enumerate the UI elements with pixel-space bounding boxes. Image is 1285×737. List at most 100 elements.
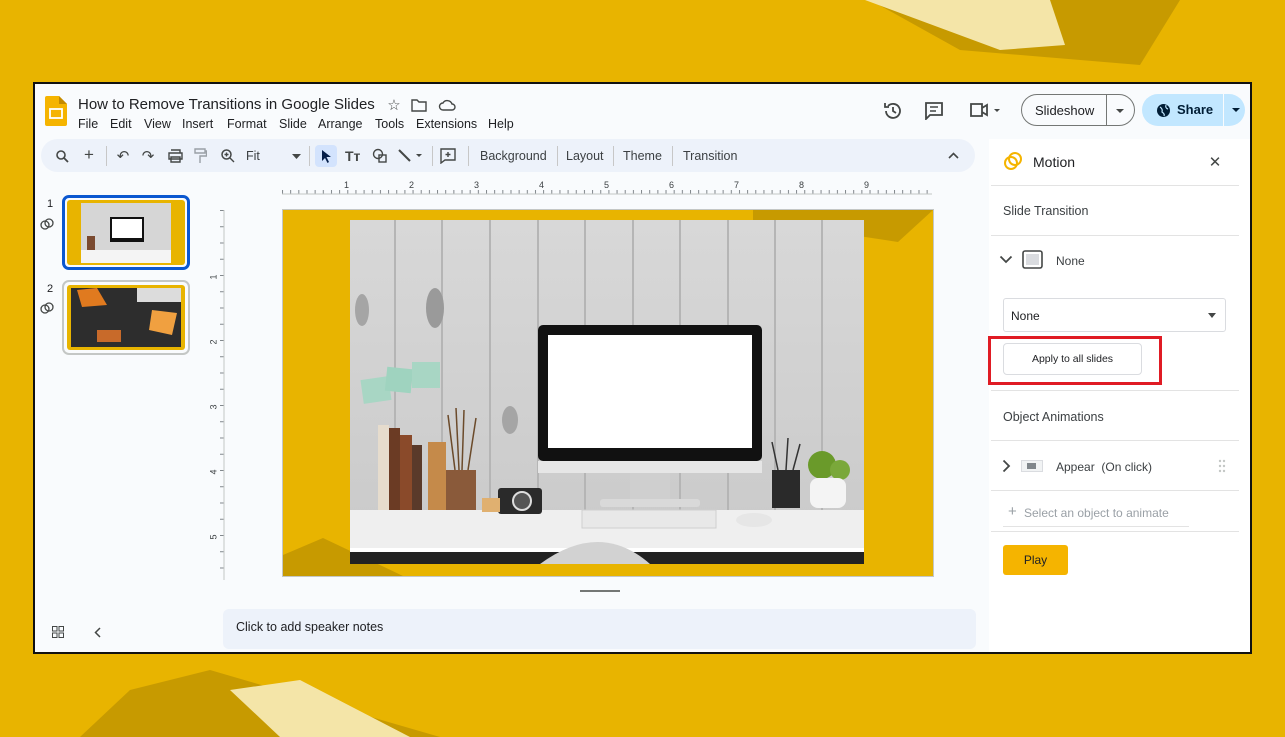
undo-icon[interactable]: ↶ [115, 147, 131, 165]
paint-format-icon[interactable] [194, 148, 207, 164]
slide-number: 1 [47, 198, 54, 210]
grid-view-icon[interactable] [52, 626, 64, 638]
cursor-arrow-icon [322, 150, 331, 163]
select-chevron-icon [1208, 313, 1216, 318]
horizontal-ruler: 1 2 3 4 5 6 7 8 9 [282, 180, 932, 196]
transition-button[interactable]: Transition [683, 149, 737, 163]
line-tool-icon[interactable] [397, 148, 425, 164]
v-ruler-label: 5 [208, 534, 219, 540]
share-options-chevron-icon[interactable] [1231, 107, 1241, 113]
toolbar-divider [557, 146, 558, 166]
background-button[interactable]: Background [480, 149, 547, 163]
new-slide-icon[interactable]: + [82, 145, 96, 164]
play-button[interactable]: Play [1003, 545, 1068, 575]
panel-divider [991, 490, 1239, 491]
comments-icon[interactable] [924, 101, 944, 120]
chevron-down-icon[interactable] [999, 255, 1013, 264]
chevron-right-icon[interactable] [1002, 459, 1011, 473]
h-ruler-label: 2 [409, 180, 415, 190]
animation-thumbnail-icon [1021, 460, 1043, 472]
transition-indicator-icon [40, 218, 54, 230]
menu-edit[interactable]: Edit [110, 117, 132, 131]
slide-thumbnail-2-preview [67, 285, 185, 350]
zoom-dropdown-chevron-icon[interactable] [292, 154, 301, 159]
slide-transition-heading: Slide Transition [1003, 204, 1089, 218]
shape-icon[interactable] [372, 148, 388, 164]
select-tool[interactable] [315, 145, 337, 167]
slideshow-button[interactable]: Slideshow [1035, 103, 1094, 118]
insert-comment-icon[interactable] [440, 148, 456, 164]
close-icon[interactable]: ✕ [1207, 154, 1223, 171]
text-box-icon[interactable]: Tт [345, 148, 360, 164]
panel-divider [991, 440, 1239, 441]
h-ruler-label: 6 [669, 180, 675, 190]
menu-insert[interactable]: Insert [182, 117, 213, 131]
panel-divider [991, 531, 1239, 532]
apply-to-all-slides-button[interactable]: Apply to all slides [1003, 343, 1142, 375]
menu-slide[interactable]: Slide [279, 117, 307, 131]
speaker-notes-area[interactable]: Click to add speaker notes [223, 609, 976, 649]
select-object-label: Select an object to animate [1024, 506, 1169, 520]
slides-logo-icon [45, 96, 67, 126]
menu-view[interactable]: View [144, 117, 171, 131]
menu-tools[interactable]: Tools [375, 117, 404, 131]
document-title[interactable]: How to Remove Transitions in Google Slid… [78, 96, 375, 113]
select-object-to-animate-button: + Select an object to animate [1003, 499, 1189, 527]
collapse-filmstrip-chevron-icon[interactable] [94, 627, 101, 638]
share-button-group: Share [1142, 94, 1245, 126]
h-ruler-label: 9 [864, 180, 870, 190]
v-ruler-label: 2 [208, 339, 219, 345]
toolbar-divider [613, 146, 614, 166]
panel-divider [991, 185, 1239, 186]
layout-button[interactable]: Layout [566, 149, 604, 163]
menu-arrange[interactable]: Arrange [318, 117, 362, 131]
speaker-notes-placeholder: Click to add speaker notes [236, 620, 384, 634]
share-divider [1223, 94, 1224, 126]
globe-icon [1157, 104, 1170, 117]
version-history-icon[interactable] [883, 101, 903, 121]
cloud-status-icon[interactable] [438, 98, 456, 111]
toolbar-divider [432, 146, 433, 166]
menu-extensions[interactable]: Extensions [416, 117, 477, 131]
h-ruler-label: 7 [734, 180, 740, 190]
drag-handle-icon[interactable] [1218, 459, 1226, 473]
zoom-icon[interactable] [221, 149, 235, 163]
star-icon[interactable]: ☆ [385, 96, 403, 114]
desk-workspace-photo [350, 220, 864, 564]
share-button[interactable]: Share [1177, 102, 1213, 117]
zoom-select[interactable]: Fit [246, 149, 260, 163]
slideshow-options-chevron-icon[interactable] [1115, 108, 1125, 114]
redo-icon[interactable]: ↷ [140, 147, 156, 165]
slide-thumbnail-1[interactable] [62, 195, 190, 270]
transition-type-name: None [1056, 254, 1085, 268]
background-decoration-bottom [80, 670, 440, 737]
search-menus-icon[interactable] [56, 150, 69, 163]
print-icon[interactable] [168, 149, 183, 163]
h-ruler-label: 5 [604, 180, 610, 190]
slide-canvas[interactable] [283, 210, 933, 576]
menu-file[interactable]: File [78, 117, 98, 131]
transition-type-select[interactable]: None [1003, 298, 1226, 332]
slide-thumbnail-1-preview [67, 200, 185, 265]
h-ruler-label: 8 [799, 180, 805, 190]
background-decoration-top [865, 0, 1180, 65]
vertical-ruler: 1 2 3 4 5 [209, 210, 225, 580]
move-folder-icon[interactable] [411, 98, 427, 112]
transition-preview-icon [1022, 250, 1043, 269]
vertical-ruler-ticks [209, 210, 225, 580]
slide-thumbnail-2[interactable] [62, 280, 190, 355]
slides-window: How to Remove Transitions in Google Slid… [33, 82, 1252, 654]
notes-resize-handle[interactable] [580, 590, 620, 592]
panel-divider [991, 235, 1239, 236]
theme-button[interactable]: Theme [623, 149, 662, 163]
menu-help[interactable]: Help [488, 117, 514, 131]
slide-number: 2 [47, 283, 54, 295]
motion-icon [1004, 152, 1022, 170]
animation-item-label[interactable]: Appear (On click) [1056, 460, 1152, 474]
v-ruler-label: 1 [208, 274, 219, 280]
menu-format[interactable]: Format [227, 117, 267, 131]
play-label: Play [1023, 553, 1048, 567]
v-ruler-label: 3 [208, 404, 219, 410]
meet-video-icon[interactable] [969, 102, 1001, 118]
collapse-toolbar-chevron-icon[interactable] [948, 152, 959, 159]
